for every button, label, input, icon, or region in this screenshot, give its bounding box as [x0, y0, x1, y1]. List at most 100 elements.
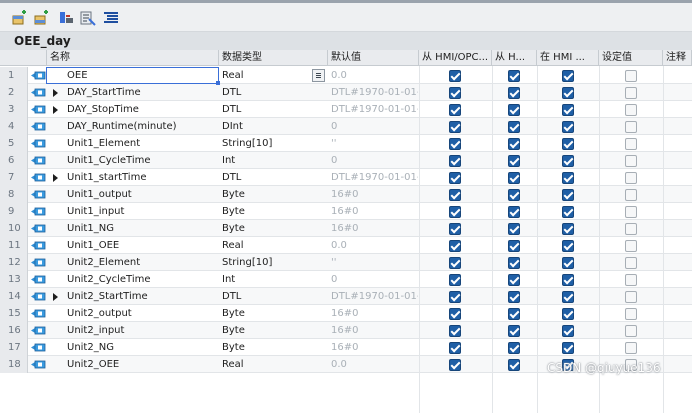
default-value-cell[interactable]: DTL#1970-01-01-: [328, 169, 418, 186]
setpoint-checkbox[interactable]: [625, 138, 637, 150]
setpoint-checkbox[interactable]: [625, 155, 637, 167]
default-value-cell[interactable]: '': [328, 254, 418, 271]
hmi-writable-checkbox[interactable]: [508, 274, 520, 286]
table-row[interactable]: 16 Unit2_input Byte 16#0: [0, 322, 692, 339]
setpoint-checkbox[interactable]: [625, 342, 637, 354]
hmi-visible-checkbox[interactable]: [562, 155, 574, 167]
hmi-writable-checkbox[interactable]: [508, 325, 520, 337]
setpoint-checkbox[interactable]: [625, 104, 637, 116]
hmi-writable-checkbox[interactable]: [508, 87, 520, 99]
list-view-icon[interactable]: [103, 10, 119, 26]
hmi-writable-checkbox[interactable]: [508, 104, 520, 116]
data-type-cell[interactable]: DInt: [219, 118, 327, 135]
hmi-visible-checkbox[interactable]: [562, 223, 574, 235]
row-number[interactable]: 16: [0, 322, 28, 339]
hmi-visible-checkbox[interactable]: [562, 172, 574, 184]
setpoint-checkbox[interactable]: [625, 189, 637, 201]
hmi-opc-accessible-checkbox[interactable]: [449, 87, 461, 99]
tag-name-cell[interactable]: Unit2_CycleTime: [47, 271, 219, 288]
data-type-cell[interactable]: Byte: [219, 322, 327, 339]
hmi-opc-accessible-checkbox[interactable]: [449, 121, 461, 133]
hmi-writable-checkbox[interactable]: [508, 240, 520, 252]
hmi-writable-checkbox[interactable]: [508, 155, 520, 167]
hmi-writable-checkbox[interactable]: [508, 70, 520, 82]
default-value-cell[interactable]: 16#0: [328, 186, 418, 203]
default-value-cell[interactable]: 0.0: [328, 237, 418, 254]
setpoint-checkbox[interactable]: [625, 291, 637, 303]
hmi-opc-accessible-checkbox[interactable]: [449, 359, 461, 371]
default-value-cell[interactable]: 0.0: [328, 356, 418, 373]
default-value-cell[interactable]: 16#0: [328, 339, 418, 356]
tag-name-cell[interactable]: Unit1_Element: [47, 135, 219, 152]
hmi-opc-accessible-checkbox[interactable]: [449, 155, 461, 167]
hmi-opc-accessible-checkbox[interactable]: [449, 308, 461, 320]
tag-name-cell[interactable]: DAY_StopTime: [47, 101, 219, 118]
row-number[interactable]: 11: [0, 237, 28, 254]
setpoint-checkbox[interactable]: [625, 325, 637, 337]
hmi-writable-checkbox[interactable]: [508, 342, 520, 354]
tag-name-cell[interactable]: Unit1_output: [47, 186, 219, 203]
column-header-hmi-opc-accessible[interactable]: 从 HMI/OPC...: [419, 50, 492, 66]
table-row[interactable]: 11 Unit1_OEE Real 0.0: [0, 237, 692, 254]
default-value-cell[interactable]: DTL#1970-01-01-: [328, 288, 418, 305]
hmi-opc-accessible-checkbox[interactable]: [449, 189, 461, 201]
table-row[interactable]: 6 Unit1_CycleTime Int 0: [0, 152, 692, 169]
row-number[interactable]: 3: [0, 101, 28, 118]
table-row[interactable]: 2 DAY_StartTime DTL DTL#1970-01-01-: [0, 84, 692, 101]
hmi-visible-checkbox[interactable]: [562, 121, 574, 133]
setpoint-checkbox[interactable]: [625, 172, 637, 184]
row-number[interactable]: 9: [0, 203, 28, 220]
column-header-hmi-writable[interactable]: 从 H...: [492, 50, 537, 66]
data-type-dropdown-button[interactable]: [312, 69, 325, 82]
setpoint-checkbox[interactable]: [625, 308, 637, 320]
hmi-writable-checkbox[interactable]: [508, 121, 520, 133]
hmi-opc-accessible-checkbox[interactable]: [449, 104, 461, 116]
hmi-opc-accessible-checkbox[interactable]: [449, 138, 461, 150]
data-type-cell[interactable]: Byte: [219, 203, 327, 220]
data-type-cell[interactable]: DTL: [219, 288, 327, 305]
hmi-visible-checkbox[interactable]: [562, 87, 574, 99]
setpoint-checkbox[interactable]: [625, 240, 637, 252]
data-type-cell[interactable]: Real: [219, 67, 327, 84]
hmi-writable-checkbox[interactable]: [508, 223, 520, 235]
tag-name-cell[interactable]: Unit1_input: [47, 203, 219, 220]
hmi-visible-checkbox[interactable]: [562, 291, 574, 303]
default-value-cell[interactable]: 0: [328, 271, 418, 288]
data-type-cell[interactable]: String[10]: [219, 254, 327, 271]
hmi-opc-accessible-checkbox[interactable]: [449, 274, 461, 286]
data-type-cell[interactable]: String[10]: [219, 135, 327, 152]
data-type-cell[interactable]: DTL: [219, 101, 327, 118]
hmi-writable-checkbox[interactable]: [508, 359, 520, 371]
column-header-setpoint[interactable]: 设定值: [599, 50, 663, 66]
row-number[interactable]: 4: [0, 118, 28, 135]
tag-name-cell[interactable]: Unit2_input: [47, 322, 219, 339]
table-row[interactable]: 5 Unit1_Element String[10] '': [0, 135, 692, 152]
table-row[interactable]: 9 Unit1_input Byte 16#0: [0, 203, 692, 220]
table-row[interactable]: 12 Unit2_Element String[10] '': [0, 254, 692, 271]
data-type-cell[interactable]: DTL: [219, 169, 327, 186]
tag-name-cell[interactable]: Unit2_output: [47, 305, 219, 322]
column-header-default-value[interactable]: 默认值: [328, 50, 419, 66]
hmi-visible-checkbox[interactable]: [562, 70, 574, 82]
hmi-writable-checkbox[interactable]: [508, 189, 520, 201]
setpoint-checkbox[interactable]: [625, 121, 637, 133]
tag-name-cell[interactable]: Unit1_startTime: [47, 169, 219, 186]
hmi-visible-checkbox[interactable]: [562, 189, 574, 201]
tag-name-cell[interactable]: Unit2_NG: [47, 339, 219, 356]
hmi-opc-accessible-checkbox[interactable]: [449, 240, 461, 252]
row-number[interactable]: 10: [0, 220, 28, 237]
hmi-visible-checkbox[interactable]: [562, 257, 574, 269]
setpoint-checkbox[interactable]: [625, 257, 637, 269]
row-number[interactable]: 17: [0, 339, 28, 356]
setpoint-checkbox[interactable]: [625, 206, 637, 218]
tag-name-cell[interactable]: DAY_StartTime: [47, 84, 219, 101]
data-type-cell[interactable]: Real: [219, 237, 327, 254]
table-row[interactable]: 3 DAY_StopTime DTL DTL#1970-01-01-: [0, 101, 692, 118]
setpoint-checkbox[interactable]: [625, 223, 637, 235]
hmi-opc-accessible-checkbox[interactable]: [449, 257, 461, 269]
row-number[interactable]: 14: [0, 288, 28, 305]
default-value-cell[interactable]: 16#0: [328, 305, 418, 322]
table-row[interactable]: 13 Unit2_CycleTime Int 0: [0, 271, 692, 288]
hmi-visible-checkbox[interactable]: [562, 240, 574, 252]
hmi-opc-accessible-checkbox[interactable]: [449, 172, 461, 184]
